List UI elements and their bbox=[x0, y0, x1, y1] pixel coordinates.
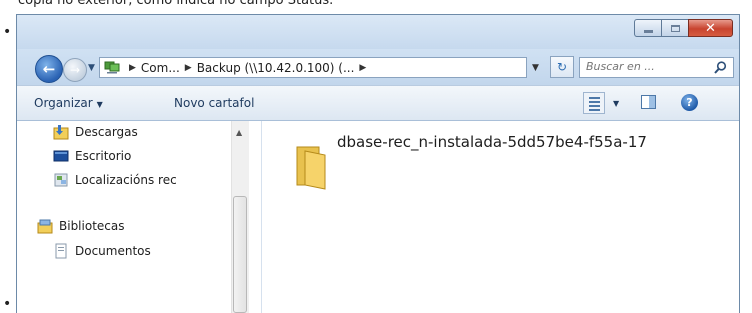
sidebar-item-recent-places[interactable]: Localizacións rec bbox=[53, 172, 177, 188]
close-icon: ✕ bbox=[705, 20, 716, 36]
breadcrumb-backup[interactable]: Backup (\\10.42.0.100) (... bbox=[197, 61, 355, 75]
bullet-marker: • bbox=[3, 0, 11, 7]
close-button[interactable]: ✕ bbox=[688, 19, 733, 37]
chevron-down-icon: ▼ bbox=[96, 100, 103, 109]
navigation-scrollbar[interactable]: ▲ bbox=[231, 121, 249, 313]
sidebar-item-label: Documentos bbox=[75, 244, 151, 258]
minimize-icon bbox=[643, 29, 653, 33]
search-icon[interactable] bbox=[714, 61, 727, 74]
downloads-folder-icon bbox=[53, 125, 69, 140]
documents-icon bbox=[55, 243, 67, 259]
organize-label: Organizar bbox=[34, 96, 93, 110]
scroll-up-icon[interactable]: ▲ bbox=[236, 128, 242, 137]
maximize-icon bbox=[670, 24, 680, 32]
breadcrumb-computer[interactable]: Com... bbox=[141, 61, 180, 75]
libraries-icon bbox=[37, 219, 53, 234]
desktop-icon bbox=[53, 150, 69, 162]
sidebar-item-label: Escritorio bbox=[75, 149, 132, 163]
bullet-marker: • bbox=[3, 24, 12, 40]
sidebar-item-label: Descargas bbox=[75, 125, 138, 139]
sidebar-item-downloads[interactable]: Descargas bbox=[53, 124, 138, 140]
help-icon: ? bbox=[686, 96, 693, 109]
arrow-right-icon: → bbox=[69, 63, 81, 77]
change-view-button[interactable] bbox=[583, 92, 605, 114]
help-button[interactable]: ? bbox=[681, 94, 698, 111]
command-bar: Organizar ▼ Novo cartafol ▼ ? bbox=[17, 85, 739, 121]
details-view-icon bbox=[589, 109, 600, 111]
sidebar-item-libraries[interactable]: Bibliotecas bbox=[37, 218, 124, 234]
new-folder-label: Novo cartafol bbox=[174, 96, 255, 110]
list-item[interactable]: dbase-rec_n-instalada-5dd57be4-f55a-17 bbox=[295, 133, 647, 191]
network-icon bbox=[104, 61, 120, 74]
sidebar-item-desktop[interactable]: Escritorio bbox=[53, 148, 131, 164]
address-dropdown-icon[interactable]: ▼ bbox=[532, 63, 539, 73]
forward-button[interactable]: → bbox=[63, 58, 87, 82]
details-view-icon bbox=[589, 101, 600, 103]
sidebar-item-documents[interactable]: Documentos bbox=[53, 243, 151, 259]
new-folder-button[interactable]: Novo cartafol bbox=[174, 96, 254, 110]
search-input[interactable] bbox=[586, 60, 704, 73]
preview-pane-button[interactable] bbox=[641, 95, 656, 109]
title-bar[interactable]: ✕ bbox=[17, 15, 739, 49]
address-bar[interactable]: ▶ Com... ▶ Backup (\\10.42.0.100) (... ▶ bbox=[99, 57, 527, 78]
address-row: ← → ▼ ▶ Com... ▶ Backup (\\10.42.0.100) … bbox=[17, 49, 739, 85]
bullet-marker: • bbox=[3, 296, 12, 312]
arrow-left-icon: ← bbox=[42, 60, 56, 78]
organize-button[interactable]: Organizar ▼ bbox=[34, 96, 103, 110]
explorer-window: ✕ ← → ▼ ▶ Com... ▶ Backup (\\10.42.0.100… bbox=[16, 14, 740, 313]
history-dropdown-icon[interactable]: ▼ bbox=[88, 63, 95, 73]
crumb-separator-icon[interactable]: ▶ bbox=[129, 63, 136, 73]
sidebar-item-label: Localizacións rec bbox=[75, 173, 177, 187]
crumb-separator-icon[interactable]: ▶ bbox=[359, 63, 366, 73]
intro-text: copia no exterior, como indica no campo … bbox=[18, 0, 334, 8]
back-button[interactable]: ← bbox=[35, 55, 63, 83]
folder-icon bbox=[296, 146, 326, 190]
view-options-dropdown-icon[interactable]: ▼ bbox=[613, 99, 619, 108]
folder-name: dbase-rec_n-instalada-5dd57be4-f55a-17 bbox=[337, 133, 647, 151]
sidebar-item-label: Bibliotecas bbox=[59, 219, 125, 233]
refresh-icon: ↻ bbox=[556, 60, 568, 74]
search-box[interactable] bbox=[579, 57, 734, 78]
preview-pane-icon bbox=[649, 96, 655, 108]
file-list: dbase-rec_n-instalada-5dd57be4-f55a-17 bbox=[262, 121, 739, 313]
recent-places-icon bbox=[54, 173, 68, 187]
navigation-pane: Descargas Escritorio Localizacións rec B… bbox=[17, 121, 262, 313]
minimize-button[interactable] bbox=[634, 19, 661, 37]
refresh-button[interactable]: ↻ bbox=[550, 56, 574, 78]
maximize-button[interactable] bbox=[661, 19, 688, 37]
details-view-icon bbox=[589, 105, 600, 107]
details-view-icon bbox=[589, 97, 600, 99]
scroll-thumb[interactable] bbox=[233, 196, 247, 313]
caption-buttons: ✕ bbox=[634, 19, 733, 37]
crumb-separator-icon[interactable]: ▶ bbox=[185, 63, 192, 73]
